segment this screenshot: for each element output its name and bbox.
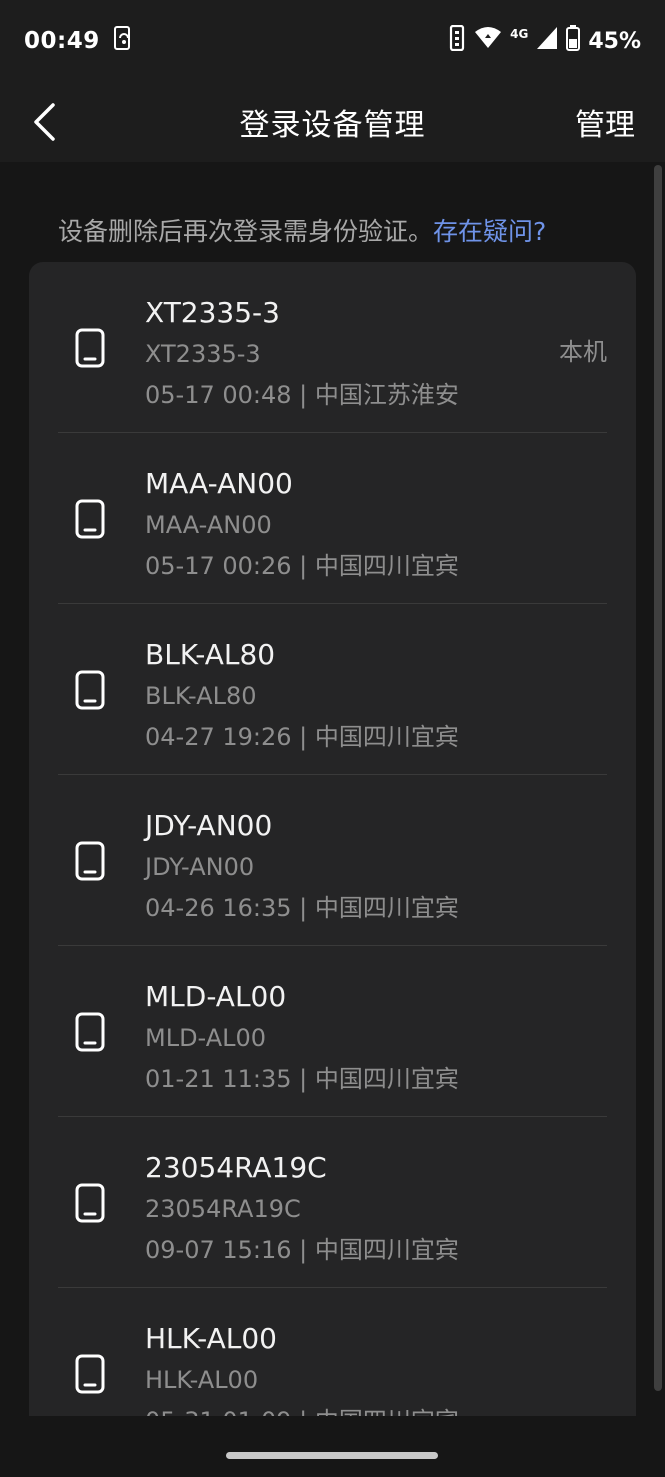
device-name: MAA-AN00: [145, 467, 293, 500]
phone-icon: [75, 328, 105, 368]
device-name: 23054RA19C: [145, 1151, 327, 1184]
device-model: HLK-AL00: [145, 1366, 259, 1394]
device-login-info: 01-21 11:35 | 中国四川宜宾: [145, 1065, 459, 1093]
device-login-info: 05-31 01:09 | 中国四川宜宾: [145, 1401, 459, 1416]
chevron-left-icon: [34, 103, 55, 141]
device-item[interactable]: MAA-AN00 MAA-AN00 05-17 00:26 | 中国四川宜宾: [29, 433, 636, 604]
phone-icon: [75, 499, 105, 539]
device-item[interactable]: 23054RA19C 23054RA19C 09-07 15:16 | 中国四川…: [29, 1117, 636, 1288]
status-time: 00:49: [24, 28, 100, 54]
phone-icon: [75, 1012, 105, 1052]
device-login-info: 09-07 15:16 | 中国四川宜宾: [145, 1236, 459, 1264]
page-title: 登录设备管理: [239, 108, 426, 143]
phone-icon: [75, 670, 105, 710]
tip-text: 设备删除后再次登录需身份验证。存在疑问?: [58, 212, 546, 248]
nav-bar: 登录设备管理 管理: [0, 82, 665, 162]
device-list: XT2335-3 XT2335-3 05-17 00:48 | 中国江苏淮安 本…: [29, 262, 636, 1416]
back-button[interactable]: [20, 98, 68, 146]
phone-icon: [75, 1354, 105, 1394]
phone-icon: [75, 841, 105, 881]
device-model: XT2335-3: [145, 340, 261, 368]
help-link[interactable]: 存在疑问?: [433, 217, 546, 246]
content: 设备删除后再次登录需身份验证。存在疑问? XT2335-3 XT2335-3 0…: [0, 162, 665, 1416]
status-left: 00:49: [24, 26, 134, 56]
device-login-info: 05-17 00:48 | 中国江苏淮安: [145, 381, 459, 409]
device-name: HLK-AL00: [145, 1322, 277, 1355]
gesture-bar-area: [0, 1416, 665, 1477]
this-device-badge: 本机: [559, 338, 607, 366]
status-right: 4G 45%: [448, 24, 641, 57]
device-name: BLK-AL80: [145, 638, 276, 671]
signal-icon: [536, 26, 558, 56]
device-item[interactable]: BLK-AL80 BLK-AL80 04-27 19:26 | 中国四川宜宾: [29, 604, 636, 775]
home-indicator[interactable]: [226, 1452, 438, 1459]
device-model: MAA-AN00: [145, 511, 272, 539]
device-item[interactable]: XT2335-3 XT2335-3 05-17 00:48 | 中国江苏淮安 本…: [29, 262, 636, 433]
device-item[interactable]: MLD-AL00 MLD-AL00 01-21 11:35 | 中国四川宜宾: [29, 946, 636, 1117]
manage-button[interactable]: 管理: [575, 100, 635, 144]
device-name: MLD-AL00: [145, 980, 287, 1013]
vibrate-icon: [448, 24, 466, 57]
battery-icon: [566, 25, 581, 57]
scrollbar[interactable]: [654, 165, 662, 1391]
device-item[interactable]: JDY-AN00 JDY-AN00 04-26 16:35 | 中国四川宜宾: [29, 775, 636, 946]
device-model: MLD-AL00: [145, 1024, 267, 1052]
tip-message: 设备删除后再次登录需身份验证。: [58, 217, 434, 246]
battery-percent: 45%: [588, 28, 641, 54]
status-bar: 00:49 4G 45%: [0, 0, 665, 82]
device-login-info: 04-27 19:26 | 中国四川宜宾: [145, 723, 459, 751]
phone-icon: [75, 1183, 105, 1223]
device-model: 23054RA19C: [145, 1195, 301, 1223]
wifi-icon: [474, 26, 502, 56]
device-login-info: 05-17 00:26 | 中国四川宜宾: [145, 552, 459, 580]
network-type: 4G: [510, 27, 529, 41]
device-name: XT2335-3: [145, 296, 280, 329]
device-model: JDY-AN00: [145, 853, 255, 881]
device-login-info: 04-26 16:35 | 中国四川宜宾: [145, 894, 459, 922]
device-item[interactable]: HLK-AL00 HLK-AL00 05-31 01:09 | 中国四川宜宾: [29, 1288, 636, 1416]
phone-link-icon: [112, 26, 134, 56]
device-name: JDY-AN00: [145, 809, 273, 842]
device-model: BLK-AL80: [145, 682, 257, 710]
